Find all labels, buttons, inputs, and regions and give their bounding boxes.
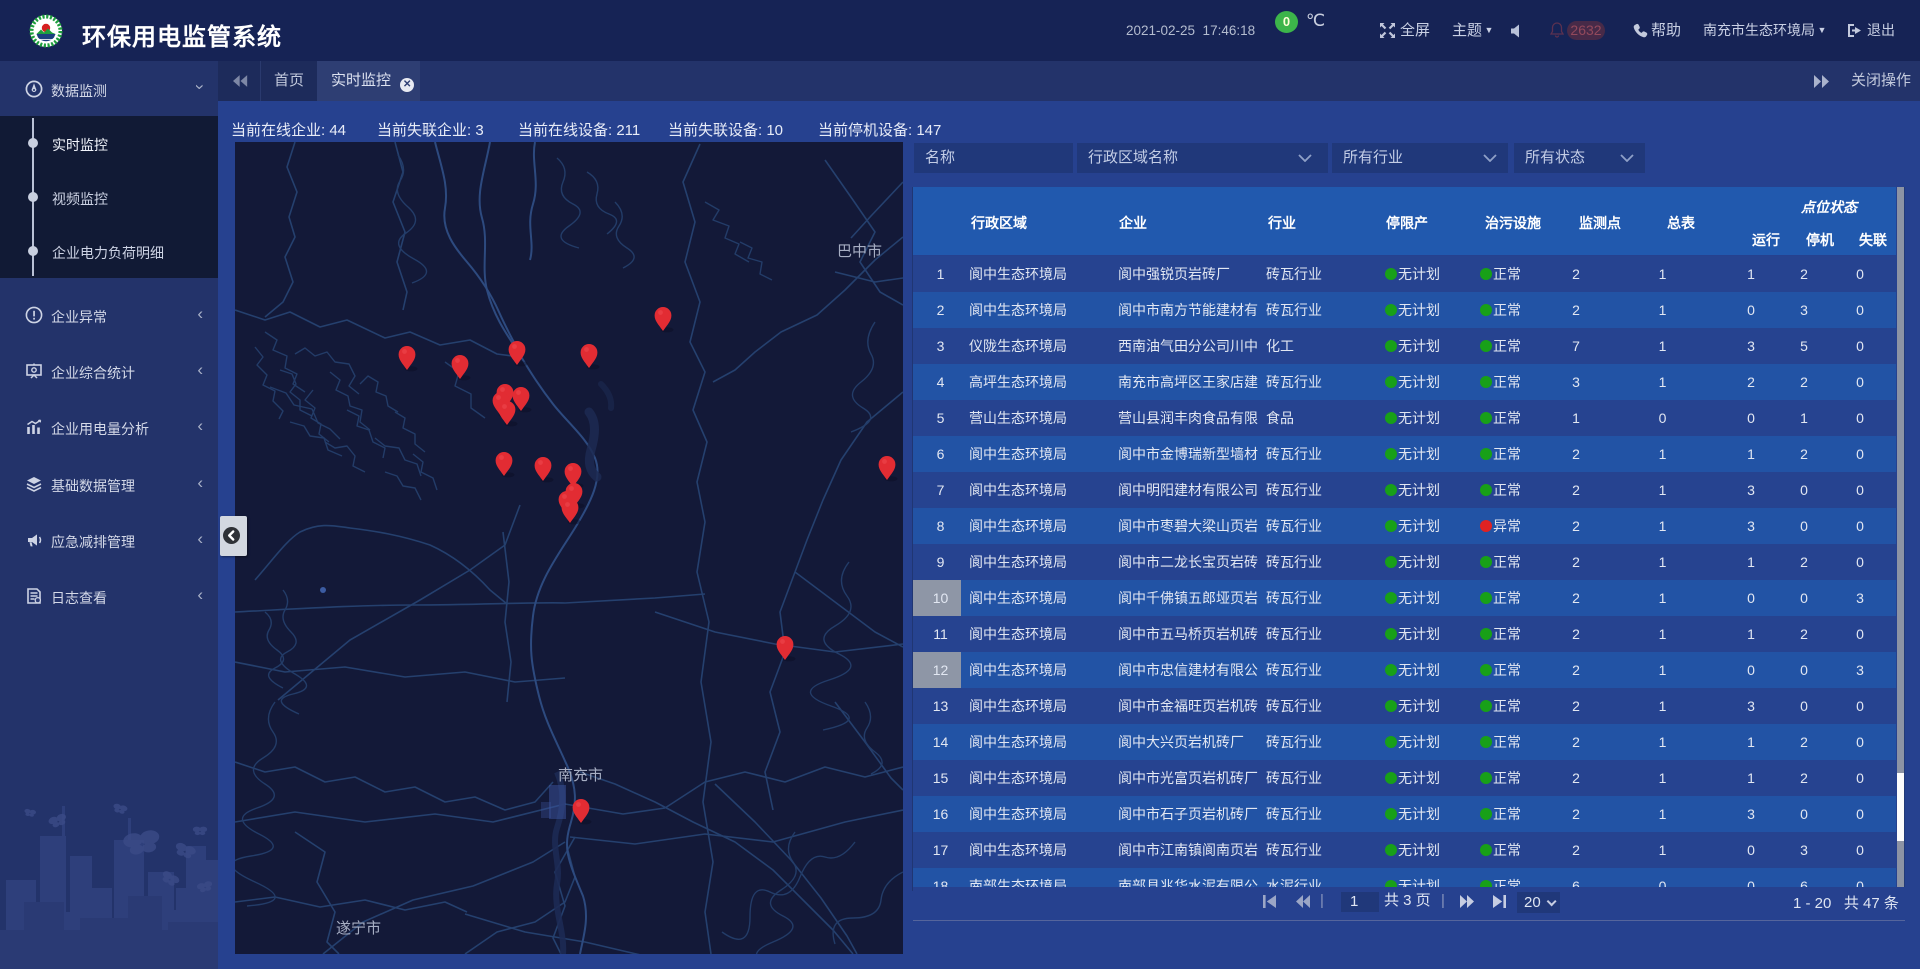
svg-text:巴中市: 巴中市 (837, 243, 882, 260)
svg-text:南充市: 南充市 (558, 767, 603, 784)
svg-text:遂宁市: 遂宁市 (336, 920, 381, 937)
